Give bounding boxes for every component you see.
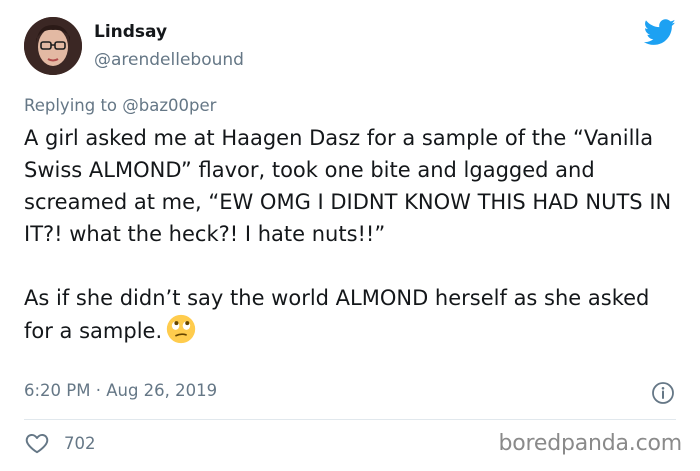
author-display-name[interactable]: Lindsay: [94, 22, 167, 42]
like-count: 702: [64, 433, 96, 453]
divider: [24, 419, 676, 420]
reply-mention-link[interactable]: @baz00per: [122, 96, 216, 115]
tweet-paragraph-2: As if she didn’t say the world ALMOND he…: [24, 282, 674, 347]
like-button[interactable]: 702: [24, 430, 96, 456]
tweet-text: A girl asked me at Haagen Dasz for a sam…: [24, 122, 674, 347]
replying-to-label: Replying to: [24, 96, 123, 115]
tweet-paragraph-1: A girl asked me at Haagen Dasz for a sam…: [24, 126, 672, 246]
tweet-timestamp[interactable]: 6:20 PM · Aug 26, 2019: [24, 381, 217, 400]
avatar-image: [24, 17, 82, 75]
heart-icon: [25, 433, 49, 454]
replying-to: Replying to @baz00per: [24, 96, 216, 115]
avatar[interactable]: [24, 17, 82, 75]
face-with-rolling-eyes-emoji: [166, 314, 196, 344]
author-handle[interactable]: @arendellebound: [94, 50, 244, 70]
info-icon[interactable]: [651, 381, 675, 405]
boredpanda-watermark: boredpanda.com: [498, 431, 682, 456]
twitter-bird-icon[interactable]: [644, 19, 676, 46]
tweet-paragraph-2-text: As if she didn’t say the world ALMOND he…: [24, 286, 650, 343]
